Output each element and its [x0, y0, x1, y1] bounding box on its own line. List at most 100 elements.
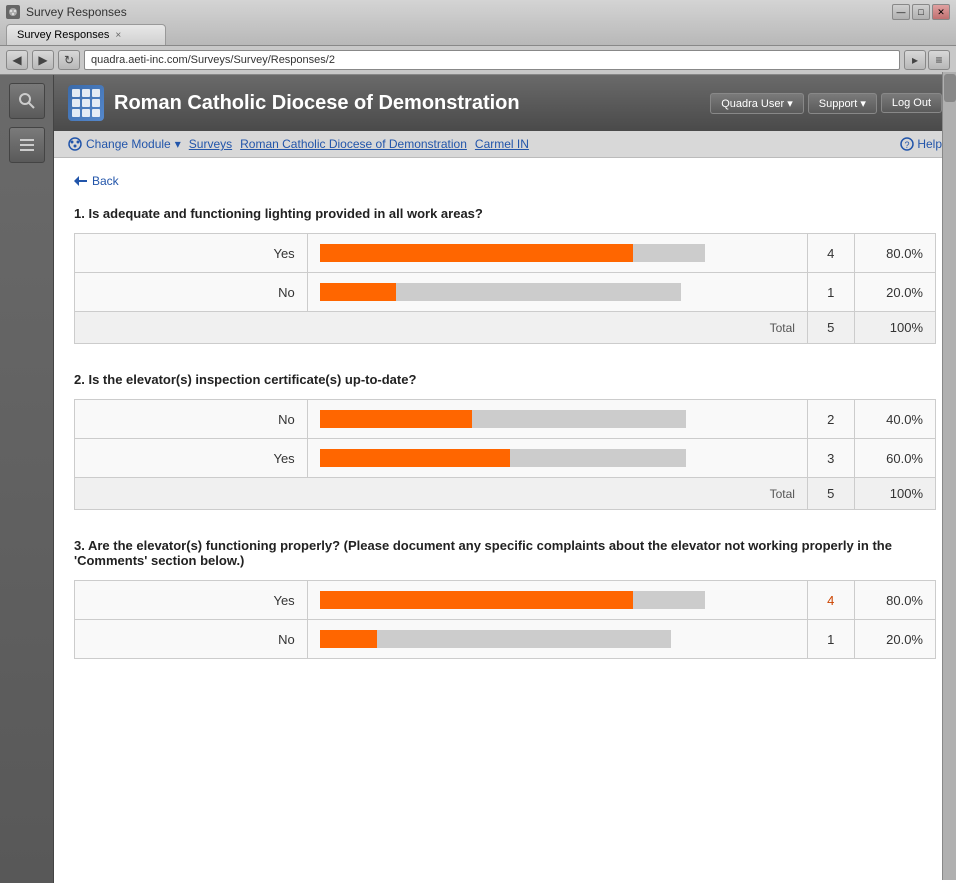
active-tab[interactable]: Survey Responses ×: [6, 24, 166, 45]
orange-bar: [320, 244, 634, 262]
response-pct: 20.0%: [854, 620, 935, 659]
orange-bar: [320, 591, 634, 609]
bar-cell: [307, 400, 807, 439]
question-2-title: 2. Is the elevator(s) inspection certifi…: [74, 372, 936, 387]
support-button[interactable]: Support ▾: [808, 93, 877, 114]
response-count: 2: [807, 400, 854, 439]
question-3-title: 3. Are the elevator(s) functioning prope…: [74, 538, 936, 568]
breadcrumb-nav: Change Module ▾ Surveys Roman Catholic D…: [54, 131, 956, 158]
question-1-block: 1. Is adequate and functioning lighting …: [74, 206, 936, 344]
window-controls: — □ ✕: [892, 4, 950, 20]
quadra-user-button[interactable]: Quadra User ▾: [710, 93, 804, 114]
forward-button[interactable]: ▶: [32, 50, 54, 70]
orange-bar: [320, 410, 472, 428]
svg-text:?: ?: [905, 140, 910, 150]
response-count: 3: [807, 439, 854, 478]
change-module-button[interactable]: Change Module ▾: [68, 137, 181, 151]
response-pct: 20.0%: [854, 273, 935, 312]
module-icon: [68, 137, 82, 151]
bar-cell: [307, 620, 807, 659]
list-icon: [18, 136, 36, 154]
browser-title: Survey Responses: [6, 5, 892, 19]
tab-close-button[interactable]: ×: [115, 30, 121, 41]
response-pct: 80.0%: [854, 234, 935, 273]
orange-bar: [320, 630, 377, 648]
scrollbar-thumb[interactable]: [944, 74, 956, 102]
bar-cell: [307, 439, 807, 478]
page-content: Back 1. Is adequate and functioning ligh…: [54, 158, 956, 883]
logout-button[interactable]: Log Out: [881, 93, 942, 113]
response-pct: 80.0%: [854, 581, 935, 620]
breadcrumb-diocese[interactable]: Roman Catholic Diocese of Demonstration: [240, 137, 467, 151]
search-icon: [18, 92, 36, 110]
app-logo: Roman Catholic Diocese of Demonstration: [68, 85, 520, 121]
breadcrumb-surveys[interactable]: Surveys: [189, 137, 232, 151]
minimize-button[interactable]: —: [892, 4, 910, 20]
response-count: 1: [807, 273, 854, 312]
bar-cell: [307, 234, 807, 273]
breadcrumb-location[interactable]: Carmel IN: [475, 137, 529, 151]
browser-chrome: Survey Responses — □ ✕ Survey Responses …: [0, 0, 956, 46]
response-count: 1: [807, 620, 854, 659]
content-area: Roman Catholic Diocese of Demonstration …: [54, 75, 956, 883]
help-icon: ?: [900, 137, 914, 151]
response-label: No: [75, 620, 308, 659]
table-row: No 2 40.0%: [75, 400, 936, 439]
response-count: 4: [807, 234, 854, 273]
tab-title: Survey Responses: [26, 5, 127, 19]
breadcrumb: Change Module ▾ Surveys Roman Catholic D…: [68, 137, 529, 151]
header-nav: Quadra User ▾ Support ▾ Log Out: [710, 93, 942, 114]
url-input[interactable]: quadra.aeti-inc.com/Surveys/Survey/Respo…: [84, 50, 900, 70]
response-label: No: [75, 400, 308, 439]
response-label: Yes: [75, 439, 308, 478]
orange-bar: [320, 283, 396, 301]
total-label: Total: [75, 312, 808, 344]
sidebar-search-button[interactable]: [9, 83, 45, 119]
question-1-title: 1. Is adequate and functioning lighting …: [74, 206, 936, 221]
response-pct: 60.0%: [854, 439, 935, 478]
total-pct: 100%: [854, 478, 935, 510]
bar-cell: [307, 581, 807, 620]
gray-bar: [510, 449, 686, 467]
sidebar-list-button[interactable]: [9, 127, 45, 163]
gray-bar: [377, 630, 672, 648]
total-count: 5: [807, 312, 854, 344]
gray-bar: [633, 244, 704, 262]
table-row: No 1 20.0%: [75, 620, 936, 659]
table-row: Yes 3 60.0%: [75, 439, 936, 478]
question-2-block: 2. Is the elevator(s) inspection certifi…: [74, 372, 936, 510]
response-count: 4: [807, 581, 854, 620]
table-row: Yes 4 80.0%: [75, 234, 936, 273]
tab-label: Survey Responses: [17, 29, 109, 41]
extensions-button[interactable]: ▸: [904, 50, 926, 70]
total-row: Total 5 100%: [75, 478, 936, 510]
maximize-button[interactable]: □: [912, 4, 930, 20]
gray-bar: [472, 410, 686, 428]
scrollbar-track[interactable]: [942, 72, 956, 880]
total-pct: 100%: [854, 312, 935, 344]
question-3-table: Yes 4 80.0% No: [74, 580, 936, 659]
app-header: Roman Catholic Diocese of Demonstration …: [54, 75, 956, 131]
response-label: No: [75, 273, 308, 312]
total-label: Total: [75, 478, 808, 510]
back-arrow-icon: [74, 176, 88, 186]
app-title: Roman Catholic Diocese of Demonstration: [114, 92, 520, 115]
address-bar: ◀ ▶ ↻ quadra.aeti-inc.com/Surveys/Survey…: [0, 46, 956, 75]
browser-app-icon: [6, 5, 20, 19]
total-row: Total 5 100%: [75, 312, 936, 344]
gray-bar: [633, 591, 704, 609]
table-row: Yes 4 80.0%: [75, 581, 936, 620]
back-button[interactable]: ◀: [6, 50, 28, 70]
back-link[interactable]: Back: [74, 174, 936, 188]
question-2-table: No 2 40.0% Yes: [74, 399, 936, 510]
menu-button[interactable]: ≡: [928, 50, 950, 70]
help-button[interactable]: ? Help: [900, 137, 942, 151]
gray-bar: [396, 283, 681, 301]
bar-cell: [307, 273, 807, 312]
refresh-button[interactable]: ↻: [58, 50, 80, 70]
total-count: 5: [807, 478, 854, 510]
question-1-table: Yes 4 80.0% No: [74, 233, 936, 344]
response-pct: 40.0%: [854, 400, 935, 439]
close-button[interactable]: ✕: [932, 4, 950, 20]
logo-icon: [68, 85, 104, 121]
